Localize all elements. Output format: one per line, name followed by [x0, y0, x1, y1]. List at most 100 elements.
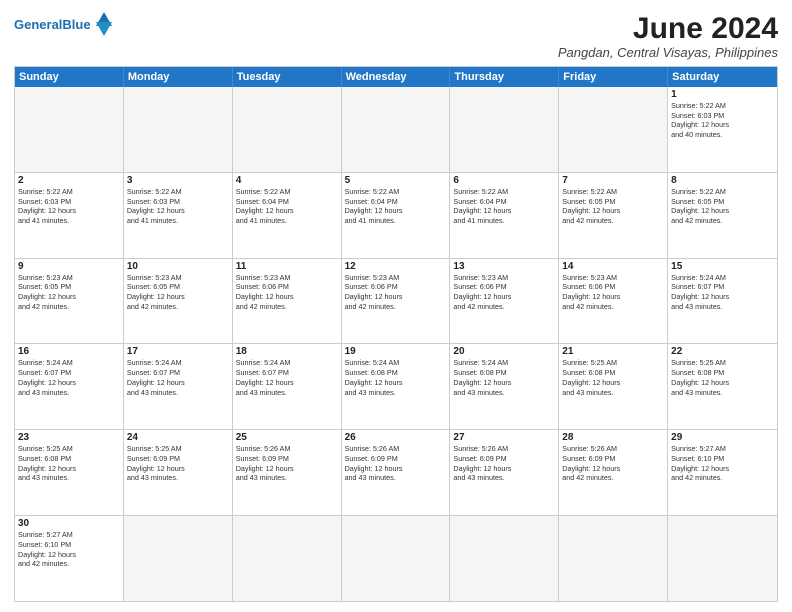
cal-cell-9: 9Sunrise: 5:23 AM Sunset: 6:05 PM Daylig…	[15, 259, 124, 344]
cal-cell-28: 28Sunrise: 5:26 AM Sunset: 6:09 PM Dayli…	[559, 430, 668, 515]
cell-info: Sunrise: 5:24 AM Sunset: 6:08 PM Dayligh…	[345, 358, 447, 397]
cell-info: Sunrise: 5:26 AM Sunset: 6:09 PM Dayligh…	[453, 444, 555, 483]
logo-area: GeneralBlue	[14, 12, 112, 36]
cal-row-2: 9Sunrise: 5:23 AM Sunset: 6:05 PM Daylig…	[15, 258, 777, 344]
calendar: SundayMondayTuesdayWednesdayThursdayFrid…	[14, 66, 778, 602]
location: Pangdan, Central Visayas, Philippines	[558, 45, 778, 60]
cal-cell-17: 17Sunrise: 5:24 AM Sunset: 6:07 PM Dayli…	[124, 344, 233, 429]
cell-info: Sunrise: 5:27 AM Sunset: 6:10 PM Dayligh…	[671, 444, 774, 483]
cal-cell-1: 1Sunrise: 5:22 AM Sunset: 6:03 PM Daylig…	[668, 87, 777, 172]
day-number: 8	[671, 175, 774, 186]
cell-info: Sunrise: 5:24 AM Sunset: 6:07 PM Dayligh…	[671, 273, 774, 312]
cal-row-1: 2Sunrise: 5:22 AM Sunset: 6:03 PM Daylig…	[15, 172, 777, 258]
day-number: 19	[345, 346, 447, 357]
day-number: 29	[671, 432, 774, 443]
day-number: 23	[18, 432, 120, 443]
header: GeneralBlue June 2024 Pangdan, Central V…	[14, 12, 778, 60]
cal-cell-13: 13Sunrise: 5:23 AM Sunset: 6:06 PM Dayli…	[450, 259, 559, 344]
cal-cell-30: 30Sunrise: 5:27 AM Sunset: 6:10 PM Dayli…	[15, 516, 124, 601]
cal-cell-20: 20Sunrise: 5:24 AM Sunset: 6:08 PM Dayli…	[450, 344, 559, 429]
day-number: 16	[18, 346, 120, 357]
day-number: 15	[671, 261, 774, 272]
day-number: 26	[345, 432, 447, 443]
cal-cell-4: 4Sunrise: 5:22 AM Sunset: 6:04 PM Daylig…	[233, 173, 342, 258]
cal-row-0: 1Sunrise: 5:22 AM Sunset: 6:03 PM Daylig…	[15, 87, 777, 172]
cell-info: Sunrise: 5:24 AM Sunset: 6:07 PM Dayligh…	[127, 358, 229, 397]
day-number: 4	[236, 175, 338, 186]
day-number: 6	[453, 175, 555, 186]
day-number: 20	[453, 346, 555, 357]
cell-info: Sunrise: 5:26 AM Sunset: 6:09 PM Dayligh…	[236, 444, 338, 483]
cell-info: Sunrise: 5:22 AM Sunset: 6:05 PM Dayligh…	[671, 187, 774, 226]
cal-cell-2: 2Sunrise: 5:22 AM Sunset: 6:03 PM Daylig…	[15, 173, 124, 258]
day-number: 25	[236, 432, 338, 443]
cal-header-sunday: Sunday	[15, 67, 124, 87]
cal-cell-22: 22Sunrise: 5:25 AM Sunset: 6:08 PM Dayli…	[668, 344, 777, 429]
cell-info: Sunrise: 5:22 AM Sunset: 6:03 PM Dayligh…	[18, 187, 120, 226]
cal-cell-8: 8Sunrise: 5:22 AM Sunset: 6:05 PM Daylig…	[668, 173, 777, 258]
day-number: 13	[453, 261, 555, 272]
cal-cell-empty-0-4	[450, 87, 559, 172]
day-number: 28	[562, 432, 664, 443]
cal-cell-10: 10Sunrise: 5:23 AM Sunset: 6:05 PM Dayli…	[124, 259, 233, 344]
cell-info: Sunrise: 5:27 AM Sunset: 6:10 PM Dayligh…	[18, 530, 120, 569]
cal-cell-23: 23Sunrise: 5:25 AM Sunset: 6:08 PM Dayli…	[15, 430, 124, 515]
day-number: 10	[127, 261, 229, 272]
cal-cell-empty-0-5	[559, 87, 668, 172]
day-number: 21	[562, 346, 664, 357]
cell-info: Sunrise: 5:23 AM Sunset: 6:06 PM Dayligh…	[562, 273, 664, 312]
cell-info: Sunrise: 5:23 AM Sunset: 6:06 PM Dayligh…	[453, 273, 555, 312]
logo-text: GeneralBlue	[14, 18, 91, 31]
cal-cell-7: 7Sunrise: 5:22 AM Sunset: 6:05 PM Daylig…	[559, 173, 668, 258]
cal-cell-empty-5-2	[233, 516, 342, 601]
cal-cell-empty-5-4	[450, 516, 559, 601]
cal-cell-5: 5Sunrise: 5:22 AM Sunset: 6:04 PM Daylig…	[342, 173, 451, 258]
cal-header-wednesday: Wednesday	[342, 67, 451, 87]
logo: GeneralBlue	[14, 12, 112, 36]
cal-cell-empty-5-5	[559, 516, 668, 601]
cell-info: Sunrise: 5:23 AM Sunset: 6:05 PM Dayligh…	[127, 273, 229, 312]
cell-info: Sunrise: 5:22 AM Sunset: 6:04 PM Dayligh…	[453, 187, 555, 226]
cal-cell-29: 29Sunrise: 5:27 AM Sunset: 6:10 PM Dayli…	[668, 430, 777, 515]
cell-info: Sunrise: 5:26 AM Sunset: 6:09 PM Dayligh…	[345, 444, 447, 483]
day-number: 1	[671, 89, 774, 100]
cell-info: Sunrise: 5:22 AM Sunset: 6:05 PM Dayligh…	[562, 187, 664, 226]
cal-cell-empty-5-1	[124, 516, 233, 601]
cal-row-3: 16Sunrise: 5:24 AM Sunset: 6:07 PM Dayli…	[15, 343, 777, 429]
cell-info: Sunrise: 5:23 AM Sunset: 6:06 PM Dayligh…	[345, 273, 447, 312]
cell-info: Sunrise: 5:25 AM Sunset: 6:08 PM Dayligh…	[18, 444, 120, 483]
cal-cell-21: 21Sunrise: 5:25 AM Sunset: 6:08 PM Dayli…	[559, 344, 668, 429]
cal-cell-24: 24Sunrise: 5:25 AM Sunset: 6:09 PM Dayli…	[124, 430, 233, 515]
day-number: 30	[18, 518, 120, 529]
cell-info: Sunrise: 5:23 AM Sunset: 6:06 PM Dayligh…	[236, 273, 338, 312]
cal-cell-19: 19Sunrise: 5:24 AM Sunset: 6:08 PM Dayli…	[342, 344, 451, 429]
page: GeneralBlue June 2024 Pangdan, Central V…	[0, 0, 792, 612]
day-number: 5	[345, 175, 447, 186]
cell-info: Sunrise: 5:25 AM Sunset: 6:08 PM Dayligh…	[671, 358, 774, 397]
day-number: 2	[18, 175, 120, 186]
cell-info: Sunrise: 5:22 AM Sunset: 6:03 PM Dayligh…	[127, 187, 229, 226]
day-number: 12	[345, 261, 447, 272]
day-number: 18	[236, 346, 338, 357]
cal-cell-empty-0-2	[233, 87, 342, 172]
cell-info: Sunrise: 5:25 AM Sunset: 6:08 PM Dayligh…	[562, 358, 664, 397]
cal-cell-3: 3Sunrise: 5:22 AM Sunset: 6:03 PM Daylig…	[124, 173, 233, 258]
cell-info: Sunrise: 5:24 AM Sunset: 6:07 PM Dayligh…	[236, 358, 338, 397]
cell-info: Sunrise: 5:22 AM Sunset: 6:04 PM Dayligh…	[236, 187, 338, 226]
cal-header-thursday: Thursday	[450, 67, 559, 87]
cal-cell-27: 27Sunrise: 5:26 AM Sunset: 6:09 PM Dayli…	[450, 430, 559, 515]
cal-cell-empty-0-1	[124, 87, 233, 172]
day-number: 3	[127, 175, 229, 186]
title-area: June 2024 Pangdan, Central Visayas, Phil…	[558, 12, 778, 60]
cal-cell-empty-0-0	[15, 87, 124, 172]
logo-general: General	[14, 17, 62, 32]
cal-cell-12: 12Sunrise: 5:23 AM Sunset: 6:06 PM Dayli…	[342, 259, 451, 344]
cal-row-5: 30Sunrise: 5:27 AM Sunset: 6:10 PM Dayli…	[15, 515, 777, 601]
cal-cell-15: 15Sunrise: 5:24 AM Sunset: 6:07 PM Dayli…	[668, 259, 777, 344]
cal-header-monday: Monday	[124, 67, 233, 87]
cal-cell-16: 16Sunrise: 5:24 AM Sunset: 6:07 PM Dayli…	[15, 344, 124, 429]
logo-blue: Blue	[62, 17, 90, 32]
cell-info: Sunrise: 5:25 AM Sunset: 6:09 PM Dayligh…	[127, 444, 229, 483]
cell-info: Sunrise: 5:24 AM Sunset: 6:07 PM Dayligh…	[18, 358, 120, 397]
cal-cell-18: 18Sunrise: 5:24 AM Sunset: 6:07 PM Dayli…	[233, 344, 342, 429]
